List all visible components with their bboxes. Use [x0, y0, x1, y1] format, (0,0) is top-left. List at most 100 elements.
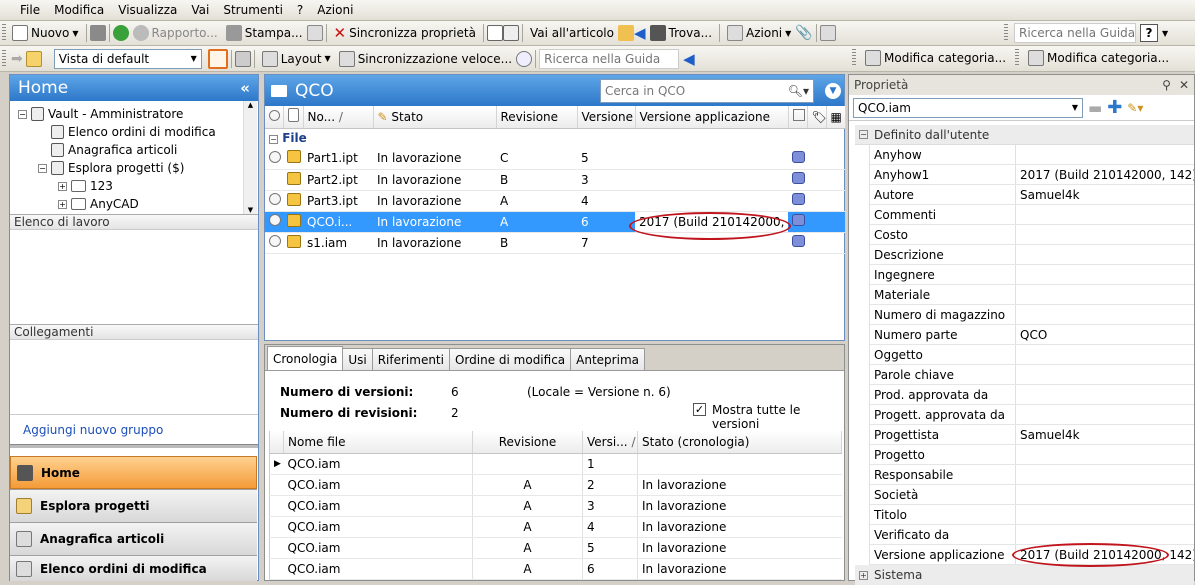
property-value[interactable]	[1016, 225, 1194, 244]
search-icon[interactable]	[516, 50, 533, 67]
wand-icon[interactable]: ✎▾	[1127, 101, 1143, 115]
menu-strumenti[interactable]: Strumenti	[216, 0, 290, 20]
paperclip-icon[interactable]: 📎	[795, 25, 812, 41]
property-value[interactable]	[1016, 485, 1194, 504]
preview-icon[interactable]	[306, 25, 323, 41]
property-value[interactable]	[1016, 305, 1194, 324]
property-value[interactable]: Samuel4k	[1016, 185, 1194, 204]
checkbox-column-header[interactable]	[788, 106, 808, 129]
chevron-down-icon[interactable]: ▼	[1162, 29, 1168, 38]
menu-visualizza[interactable]: Visualizza	[111, 0, 184, 20]
refresh-icon[interactable]	[112, 25, 129, 41]
file-icon-column-header[interactable]	[283, 106, 304, 129]
property-row[interactable]: Prod. approvata da	[870, 385, 1194, 405]
tag-icon[interactable]: 🏷︎	[807, 106, 827, 129]
property-value[interactable]	[1016, 345, 1194, 364]
layout-button[interactable]: Layout ▼	[258, 49, 335, 69]
history-row[interactable]: QCO.iam A 4 In lavorazione	[269, 516, 842, 538]
history-row[interactable]: QCO.iam A 2 In lavorazione	[269, 474, 842, 496]
property-value[interactable]	[1016, 385, 1194, 404]
find-button[interactable]: Trova...	[646, 23, 716, 43]
add-group-link[interactable]: Aggiungi nuovo gruppo	[10, 414, 258, 444]
view-select[interactable]: Vista di default ▼	[53, 48, 202, 69]
name-column-header[interactable]: No... /	[303, 106, 374, 129]
property-row[interactable]: Progetto	[870, 445, 1194, 465]
edit-category-button-2[interactable]: Modifica categoria...	[1024, 48, 1173, 68]
search-icon[interactable]: 🔍︎▾	[788, 84, 809, 98]
property-row[interactable]: Descrizione	[870, 245, 1194, 265]
file-row[interactable]: Part1.ipt In lavorazione C 5	[265, 148, 845, 170]
tab-usi[interactable]: Usi	[342, 348, 373, 370]
revision-column-header[interactable]: Revisione	[496, 106, 578, 129]
property-row[interactable]: Oggetto	[870, 345, 1194, 365]
version-column-header[interactable]: Versione	[577, 106, 636, 129]
tree-node[interactable]: + AnyCAD	[10, 195, 258, 213]
help-search-input-2[interactable]	[539, 48, 680, 69]
property-row[interactable]: Commenti	[870, 205, 1194, 225]
forward-arrow-icon[interactable]: ➡	[8, 51, 26, 67]
tree-scrollbar[interactable]: ▲ ▼	[243, 101, 257, 214]
nav-project-explorer[interactable]: Esplora progetti	[10, 489, 257, 522]
property-row[interactable]: Anyhow1 2017 (Build 210142000, 142)	[870, 165, 1194, 185]
show-all-versions-checkbox[interactable]: ✓	[693, 403, 706, 416]
tab-anteprima[interactable]: Anteprima	[570, 348, 645, 370]
property-value[interactable]	[1016, 265, 1194, 284]
property-row[interactable]: Ingegnere	[870, 265, 1194, 285]
expand-box-icon[interactable]: +	[58, 199, 67, 209]
new-button[interactable]: Nuovo ▼	[8, 23, 83, 43]
properties-file-select[interactable]: QCO.iam ▼	[853, 97, 1083, 118]
file-row[interactable]: Part3.ipt In lavorazione A 4	[265, 190, 845, 212]
tree-node[interactable]: Anagrafica articoli	[10, 141, 258, 159]
quick-sync-button[interactable]: Sincronizzazione veloce...	[335, 49, 516, 69]
menu-vai[interactable]: Vai	[184, 0, 216, 20]
radio-icon[interactable]	[269, 193, 281, 205]
menu-azioni[interactable]: Azioni	[310, 0, 360, 20]
tree-icon[interactable]	[819, 25, 836, 41]
property-row[interactable]: Progettista Samuel4k	[870, 425, 1194, 445]
property-value[interactable]	[1016, 285, 1194, 304]
collapse-icon[interactable]: «	[240, 79, 250, 97]
property-value[interactable]: Samuel4k	[1016, 425, 1194, 444]
back-arrow-icon[interactable]: ◀	[634, 24, 646, 42]
property-row[interactable]: Anyhow	[870, 145, 1194, 165]
tab-riferimenti[interactable]: Riferimenti	[371, 348, 450, 370]
row-select[interactable]	[265, 190, 283, 212]
grid-icon[interactable]	[234, 50, 251, 67]
tab-ordine-di-modifica[interactable]: Ordine di modifica	[448, 348, 572, 370]
section-user-defined[interactable]: − Definito dall'utente	[855, 125, 1194, 145]
back-arrow-icon[interactable]: ◀	[679, 50, 695, 68]
property-value[interactable]	[1016, 445, 1194, 464]
row-select[interactable]	[265, 169, 283, 191]
expand-box-icon[interactable]: +	[859, 570, 868, 580]
tree-node[interactable]: +123	[10, 177, 258, 195]
print-button[interactable]: Stampa...	[222, 23, 307, 43]
property-value[interactable]	[1016, 205, 1194, 224]
property-value[interactable]	[1016, 245, 1194, 264]
status-column-header[interactable]: ✎ Stato	[373, 106, 497, 129]
property-value[interactable]	[1016, 405, 1194, 424]
menu-file[interactable]: File	[13, 0, 47, 20]
copy-icon[interactable]	[502, 25, 519, 41]
history-version-header[interactable]: Versi... /	[582, 431, 638, 454]
plus-icon[interactable]: ✚	[1107, 97, 1122, 118]
property-value[interactable]	[1016, 145, 1194, 164]
history-filename-header[interactable]: Nome file	[283, 431, 473, 454]
minus-icon[interactable]: ▬	[1088, 99, 1102, 117]
property-row[interactable]: Materiale	[870, 285, 1194, 305]
print-icon[interactable]	[89, 25, 106, 41]
history-revision-header[interactable]: Revisione	[472, 431, 583, 454]
history-row[interactable]: QCO.iam A 5 In lavorazione	[269, 537, 842, 559]
row-select[interactable]	[265, 148, 283, 170]
history-row[interactable]: QCO.iam A 3 In lavorazione	[269, 495, 842, 517]
collapse-box-icon[interactable]: −	[269, 135, 278, 145]
menu-modifica[interactable]: Modifica	[47, 0, 111, 20]
chevron-down-circle-icon[interactable]: ▼	[825, 83, 841, 99]
tab-cronologia[interactable]: Cronologia	[267, 346, 344, 370]
collapse-box-icon[interactable]: −	[18, 109, 27, 119]
history-row[interactable]: QCO.iam A 6 In lavorazione	[269, 558, 842, 580]
nav-change-orders[interactable]: Elenco ordini di modifica	[10, 555, 257, 581]
app-version-column-header[interactable]: Versione applicazione	[635, 106, 789, 129]
property-row[interactable]: Costo	[870, 225, 1194, 245]
radio-icon[interactable]	[269, 235, 281, 247]
property-row[interactable]: Numero di magazzino	[870, 305, 1194, 325]
